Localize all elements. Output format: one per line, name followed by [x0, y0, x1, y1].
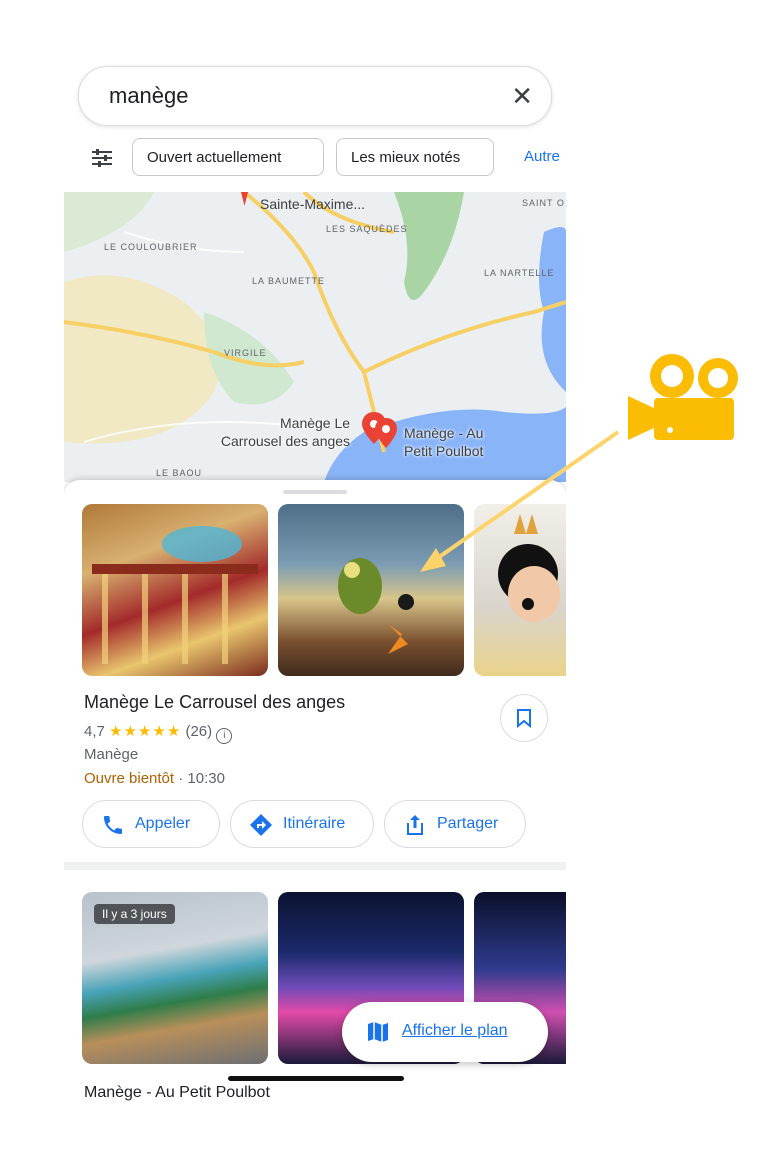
place-category: Manège — [84, 746, 139, 763]
call-label: Appeler — [135, 815, 191, 832]
map-label-saquedes: LES SAQUÈDES — [326, 224, 408, 234]
home-indicator — [228, 1076, 404, 1081]
show-map-button[interactable]: Afficher le plan — [342, 1002, 548, 1062]
place-hours: Ouvre bientôt · 10:30 — [84, 770, 225, 787]
place-photo-fair[interactable]: Il y a 3 jours — [82, 892, 268, 1064]
search-bar[interactable]: manège ✕ — [78, 66, 552, 126]
star-rating-icon: ★★★★★ — [109, 723, 182, 740]
map-label-baou: LE BAOU — [156, 468, 203, 478]
photo-age-badge: Il y a 3 jours — [94, 904, 175, 924]
map-label-saint: SAINT O — [522, 198, 565, 208]
tune-icon[interactable] — [90, 146, 114, 170]
directions-button[interactable]: Itinéraire — [230, 800, 374, 848]
show-map-label: Afficher le plan — [402, 1022, 508, 1039]
rating-row: 4,7 ★★★★★ (26) i — [84, 722, 233, 744]
result-divider — [64, 862, 566, 870]
map-view[interactable]: Sainte-Maxime... SAINT O LES SAQUÈDES LE… — [64, 192, 566, 482]
chip-open-now[interactable]: Ouvert actuellement — [132, 138, 324, 176]
video-camera-icon — [628, 354, 738, 440]
chip-more[interactable]: Autre — [510, 138, 560, 176]
share-button[interactable]: Partager — [384, 800, 526, 848]
directions-label: Itinéraire — [283, 815, 346, 832]
directions-icon — [250, 814, 272, 836]
place-photo-carousel[interactable] — [82, 504, 268, 676]
phone-screen: manège ✕ Ouvert actuellement Les mieux n… — [64, 0, 566, 1158]
next-place-title[interactable]: Manège - Au Petit Poulbot — [84, 1084, 270, 1102]
open-status: Ouvre bientôt — [84, 770, 175, 787]
map-label-virgile: VIRGILE — [224, 348, 267, 358]
drag-handle[interactable] — [283, 490, 347, 494]
pin-label-poulbot: Manège - Au Petit Poulbot — [404, 425, 484, 459]
share-label: Partager — [437, 815, 499, 832]
close-icon[interactable]: ✕ — [511, 81, 533, 112]
rating-value: 4,7 — [84, 723, 105, 740]
map-label-sainte-maxime: Sainte-Maxime... — [260, 196, 366, 212]
phone-icon — [104, 816, 122, 834]
bookmark-icon — [517, 709, 531, 728]
map-label-nartelle: LA NARTELLE — [484, 268, 555, 278]
chip-top-rated[interactable]: Les mieux notés — [336, 138, 494, 176]
map-icon — [368, 1022, 388, 1042]
results-sheet[interactable]: Manège Le Carrousel des anges 4,7 ★★★★★ … — [64, 480, 566, 1158]
place-photo-mickey[interactable] — [474, 504, 566, 676]
review-count: (26) — [185, 723, 213, 740]
filter-chips: Ouvert actuellement Les mieux notés Autr… — [64, 138, 566, 178]
place-title[interactable]: Manège Le Carrousel des anges — [84, 692, 345, 713]
pin-label-carrousel: Manège Le Carrousel des anges — [220, 415, 351, 449]
search-input[interactable]: manège — [109, 83, 189, 109]
save-button[interactable] — [500, 694, 548, 742]
share-icon — [407, 815, 423, 835]
call-button[interactable]: Appeler — [82, 800, 220, 848]
map-label-couloubrier: LE COULOUBRIER — [104, 242, 198, 252]
map-label-baumette: LA BAUMETTE — [252, 276, 326, 286]
place-photo-video[interactable] — [278, 504, 464, 676]
map-pin-icon[interactable] — [362, 412, 402, 456]
open-time: · 10:30 — [174, 770, 225, 787]
info-icon[interactable]: i — [216, 728, 233, 744]
